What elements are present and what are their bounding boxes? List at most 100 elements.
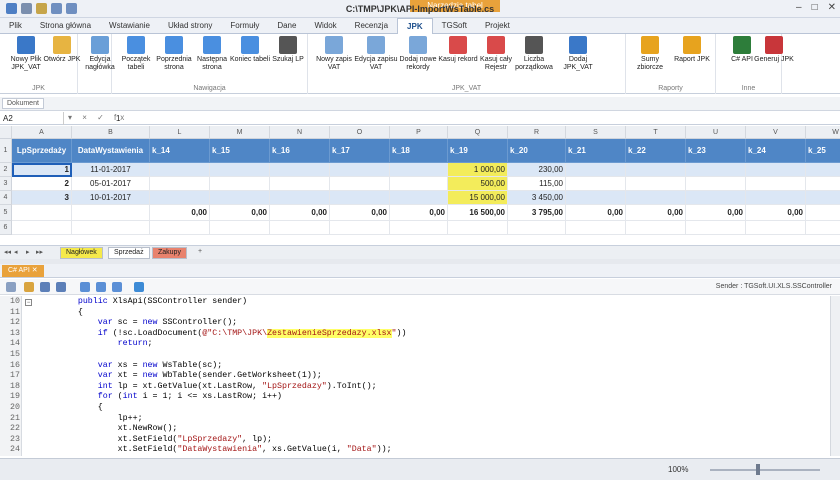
sheet-tab-2[interactable]: Zakupy — [152, 247, 187, 259]
header-cell[interactable]: k_22 — [626, 139, 686, 163]
column-header[interactable]: N — [270, 126, 330, 139]
sheet-tab-0[interactable]: Nagłówek — [60, 247, 103, 259]
column-header[interactable]: P — [390, 126, 448, 139]
cell[interactable]: 0,00 — [150, 205, 210, 221]
sheet-nav-1[interactable]: ◂ — [14, 248, 18, 256]
cell[interactable]: 0,00 — [270, 205, 330, 221]
sheet-nav-0[interactable]: ◂◂ — [4, 248, 11, 256]
cell[interactable] — [150, 177, 210, 191]
column-header[interactable]: A — [12, 126, 72, 139]
cell[interactable]: 2 — [12, 177, 72, 191]
cell[interactable]: 3 795,00 — [508, 205, 566, 221]
column-header[interactable]: B — [72, 126, 150, 139]
open-code-icon[interactable] — [24, 282, 34, 292]
column-header[interactable]: O — [330, 126, 390, 139]
tab-1[interactable]: Strona główna — [31, 18, 100, 34]
ribbon-button-5-1[interactable]: Generuj JPK — [752, 36, 796, 64]
header-cell[interactable]: k_14 — [150, 139, 210, 163]
sheet-nav-2[interactable]: ▸ — [26, 248, 30, 256]
zoom-slider[interactable] — [710, 469, 820, 471]
cell[interactable]: 10-01-2017 — [72, 191, 150, 205]
tab-5[interactable]: Dane — [268, 18, 305, 34]
tab-0[interactable]: Plik — [0, 18, 31, 34]
maximize-icon[interactable]: □ — [812, 2, 818, 13]
header-cell[interactable]: k_19 — [448, 139, 508, 163]
cell[interactable] — [150, 163, 210, 177]
header-cell[interactable]: k_15 — [210, 139, 270, 163]
column-header[interactable]: Q — [448, 126, 508, 139]
cell[interactable]: 05-01-2017 — [72, 177, 150, 191]
cell[interactable] — [72, 205, 150, 221]
cell[interactable] — [330, 221, 390, 235]
cell[interactable] — [508, 221, 566, 235]
tab-4[interactable]: Formuły — [221, 18, 268, 34]
cell[interactable] — [746, 177, 806, 191]
cell[interactable]: 0,00 — [746, 205, 806, 221]
close-icon[interactable]: ✕ — [828, 2, 836, 13]
sheet-nav-4[interactable]: + — [198, 248, 202, 255]
cell[interactable] — [686, 221, 746, 235]
formula-input[interactable]: 1 — [116, 114, 120, 123]
save-all-icon[interactable] — [56, 282, 66, 292]
cell[interactable] — [806, 221, 840, 235]
column-header[interactable]: W — [806, 126, 840, 139]
cell[interactable]: 0,00 — [566, 205, 626, 221]
cell[interactable] — [270, 191, 330, 205]
cell[interactable] — [270, 177, 330, 191]
cell[interactable] — [210, 191, 270, 205]
row-header[interactable]: 4 — [0, 191, 12, 205]
tab-8[interactable]: JPK — [397, 18, 433, 34]
column-header[interactable]: T — [626, 126, 686, 139]
help-icon[interactable] — [112, 282, 122, 292]
sheet-nav-3[interactable]: ▸▸ — [36, 248, 43, 256]
format-icon[interactable] — [80, 282, 90, 292]
cell[interactable] — [806, 191, 840, 205]
cell[interactable] — [72, 221, 150, 235]
column-header[interactable]: V — [746, 126, 806, 139]
cell[interactable]: 16 500,00 — [448, 205, 508, 221]
cell[interactable]: 3 450,00 — [508, 191, 566, 205]
cell[interactable] — [746, 163, 806, 177]
minimize-icon[interactable]: – — [796, 2, 802, 13]
cell[interactable] — [746, 221, 806, 235]
document-tab[interactable]: Dokument — [2, 98, 44, 109]
cell[interactable]: 1 000,00 — [448, 163, 508, 177]
ribbon-button-3-2[interactable]: Dodaj nowe rekordy — [396, 36, 440, 72]
code-editor[interactable]: 10 public XlsApi(SSController sender) 11 … — [0, 296, 830, 456]
cell[interactable]: 15 000,00 — [448, 191, 508, 205]
tab-3[interactable]: Układ strony — [159, 18, 221, 34]
cell[interactable] — [806, 177, 840, 191]
cell[interactable] — [270, 221, 330, 235]
cell[interactable] — [390, 163, 448, 177]
zoom-slider-knob[interactable] — [756, 464, 760, 475]
row-header[interactable]: 2 — [0, 163, 12, 177]
column-header[interactable]: L — [150, 126, 210, 139]
sheet-tab-1[interactable]: Sprzedaż — [108, 247, 150, 259]
ribbon-button-3-1[interactable]: Edycja zapisu VAT — [354, 36, 398, 72]
run-icon[interactable] — [134, 282, 144, 292]
tab-9[interactable]: TGSoft — [433, 18, 476, 34]
column-header[interactable]: R — [508, 126, 566, 139]
collapse-icon[interactable]: − — [25, 299, 32, 306]
tab-2[interactable]: Wstawianie — [100, 18, 159, 34]
header-cell[interactable]: k_23 — [686, 139, 746, 163]
header-cell[interactable]: k_18 — [390, 139, 448, 163]
cell[interactable]: 500,00 — [448, 177, 508, 191]
code-panel-tab[interactable]: C# API ✕ — [2, 265, 44, 277]
header-cell[interactable]: LpSprzedaży — [12, 139, 72, 163]
cell[interactable] — [330, 177, 390, 191]
cell[interactable]: 0,00 — [330, 205, 390, 221]
cell[interactable] — [686, 163, 746, 177]
row-header[interactable]: 5 — [0, 205, 12, 221]
header-cell[interactable]: k_20 — [508, 139, 566, 163]
cell[interactable]: 3 — [12, 191, 72, 205]
cell[interactable] — [330, 191, 390, 205]
cell[interactable]: 115,00 — [508, 177, 566, 191]
header-cell[interactable]: k_21 — [566, 139, 626, 163]
cell[interactable] — [270, 163, 330, 177]
cell[interactable] — [566, 177, 626, 191]
row-header[interactable]: 3 — [0, 177, 12, 191]
header-cell[interactable]: DataWystawienia — [72, 139, 150, 163]
select-all-corner[interactable] — [0, 126, 12, 139]
cell[interactable] — [626, 191, 686, 205]
